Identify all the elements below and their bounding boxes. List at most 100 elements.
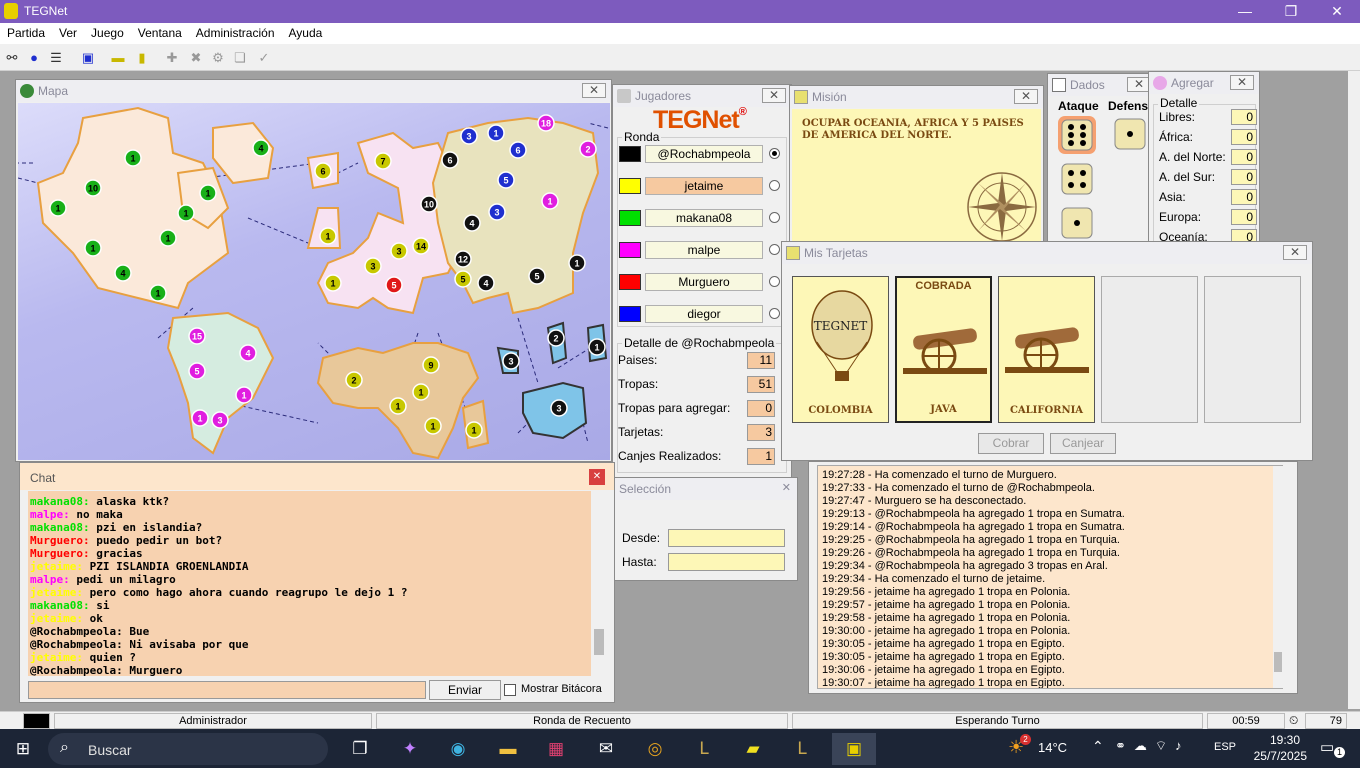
mission-close-button[interactable]: ✕ [1014,89,1038,104]
file-explorer-icon[interactable]: ▬ [490,733,526,765]
card-colombia[interactable]: TEGNET COLOMBIA [792,276,889,423]
cards-close-button[interactable]: ✕ [1283,245,1307,260]
army-marker[interactable]: 3 [460,127,478,145]
army-marker[interactable]: 4 [477,274,495,292]
clock-time[interactable]: 19:30 [1258,733,1300,747]
army-marker[interactable]: 3 [488,203,506,221]
cobrar-button[interactable]: Cobrar [978,433,1044,454]
army-marker[interactable]: 7 [374,152,392,170]
army-marker[interactable]: 1 [319,227,337,245]
clock-date[interactable]: 25/7/2025 [1247,749,1307,763]
army-marker[interactable]: 1 [124,149,142,167]
maximize-icon[interactable]: ❐ [1268,0,1314,23]
add-icon[interactable]: ✚ [162,48,182,67]
army-marker[interactable]: 6 [314,162,332,180]
to-field[interactable] [668,553,785,571]
army-marker[interactable]: 1 [424,417,442,435]
army-marker[interactable]: 4 [239,344,257,362]
army-marker[interactable]: 15 [188,327,206,345]
army-marker[interactable]: 1 [541,192,559,210]
copilot-icon[interactable]: ✦ [392,733,428,765]
player-turn-radio[interactable] [769,212,780,223]
agregar-close-button[interactable]: ✕ [1230,75,1254,90]
notifications-icon[interactable]: ▭ [1320,738,1334,756]
players-close-button[interactable]: ✕ [762,88,786,103]
army-marker[interactable]: 1 [235,386,253,404]
attack-icon[interactable]: ✖ [186,48,206,67]
army-marker[interactable]: 1 [49,199,67,217]
chat-close-button[interactable]: ✕ [589,469,605,485]
army-marker[interactable]: 5 [528,267,546,285]
close-icon[interactable]: ✕ [1314,0,1360,23]
tegnet-taskbar-icon[interactable]: ▣ [832,733,876,765]
chrome-icon[interactable]: ◎ [637,733,673,765]
army-marker[interactable]: 12 [454,250,472,268]
windows-start-icon[interactable]: ⊞ [5,733,41,765]
selection-close-icon[interactable]: ✕ [782,481,791,494]
army-marker[interactable]: 1 [199,184,217,202]
army-marker[interactable]: 4 [463,214,481,232]
army-marker[interactable]: 3 [364,257,382,275]
army-marker[interactable]: 5 [454,270,472,288]
league-client-icon[interactable]: Ⅼ [784,733,820,765]
army-marker[interactable]: 1 [487,124,505,142]
log-scroll-thumb[interactable] [1274,652,1282,672]
player-turn-radio[interactable] [769,244,780,255]
army-marker[interactable]: 1 [465,421,483,439]
army-marker[interactable]: 1 [389,397,407,415]
list-icon[interactable]: ☰ [46,48,66,67]
army-marker[interactable]: 1 [412,383,430,401]
army-marker[interactable]: 9 [422,356,440,374]
army-marker[interactable]: 6 [441,151,459,169]
world-map[interactable]: 1 10 1 1 1 1 1 4 1 4 6 1 7 3 3 1 14 5 9 2 1 1 1 1 10 6 4 12 4 5 1 2 1 3 3 3… [18,103,610,460]
card-icon[interactable]: ❏ [230,48,250,67]
chat-scrollbar[interactable] [591,491,607,676]
chat-input[interactable] [28,681,426,699]
from-field[interactable] [668,529,785,547]
connect-icon[interactable]: ⚯ [2,48,22,67]
sticky-notes-icon[interactable]: ▰ [735,733,771,765]
save-icon[interactable]: ▣ [78,48,98,67]
army-marker[interactable]: 1 [177,204,195,222]
army-marker[interactable]: 3 [550,399,568,417]
army-marker[interactable]: 5 [497,171,515,189]
menu-ver[interactable]: Ver [52,23,84,40]
store-icon[interactable]: ▦ [538,733,574,765]
map-svg[interactable]: 1101 111141461733114592111 110641245121333… [18,103,610,460]
card-java[interactable]: COBRADA JAVA [895,276,992,423]
taskbar-search[interactable]: ⌕ Buscar [48,733,328,765]
player-turn-radio[interactable] [769,308,780,319]
show-log-checkbox[interactable] [504,684,516,696]
chat-scroll-thumb[interactable] [594,629,604,655]
end-turn-icon[interactable]: ✓ [254,48,274,67]
player-turn-radio[interactable] [769,148,780,159]
menu-juego[interactable]: Juego [84,23,131,40]
menu-ayuda[interactable]: Ayuda [282,23,330,40]
mail-icon[interactable]: ✉ [588,733,624,765]
language-indicator[interactable]: ESP [1214,741,1236,753]
task-view-icon[interactable]: ❐ [342,733,378,765]
cards-icon[interactable]: ▮ [132,48,152,67]
army-marker[interactable]: 1 [588,338,606,356]
army-marker[interactable]: 5 [188,362,206,380]
army-marker[interactable]: 14 [412,237,430,255]
army-marker[interactable]: 2 [579,140,597,158]
army-marker[interactable]: 10 [84,179,102,197]
edge-icon[interactable]: ◉ [440,733,476,765]
menu-partida[interactable]: Partida [0,23,52,40]
globe-icon[interactable]: ● [24,48,44,67]
send-button[interactable]: Enviar [429,680,501,700]
army-marker[interactable]: 2 [547,329,565,347]
army-marker[interactable]: 6 [509,141,527,159]
army-marker[interactable]: 1 [191,409,209,427]
regroup-icon[interactable]: ⚙ [208,48,228,67]
army-marker[interactable]: 18 [537,114,555,132]
army-marker[interactable]: 1 [159,229,177,247]
tray-icons[interactable]: ⚭☁⌔♪ [1115,738,1190,754]
main-scrollbar[interactable] [1348,71,1360,709]
chevron-up-icon[interactable]: ⌃ [1092,738,1104,755]
menu-administracion[interactable]: Administración [189,23,282,40]
army-marker[interactable]: 4 [114,264,132,282]
league-icon[interactable]: Ⅼ [686,733,722,765]
army-marker[interactable]: 1 [324,274,342,292]
